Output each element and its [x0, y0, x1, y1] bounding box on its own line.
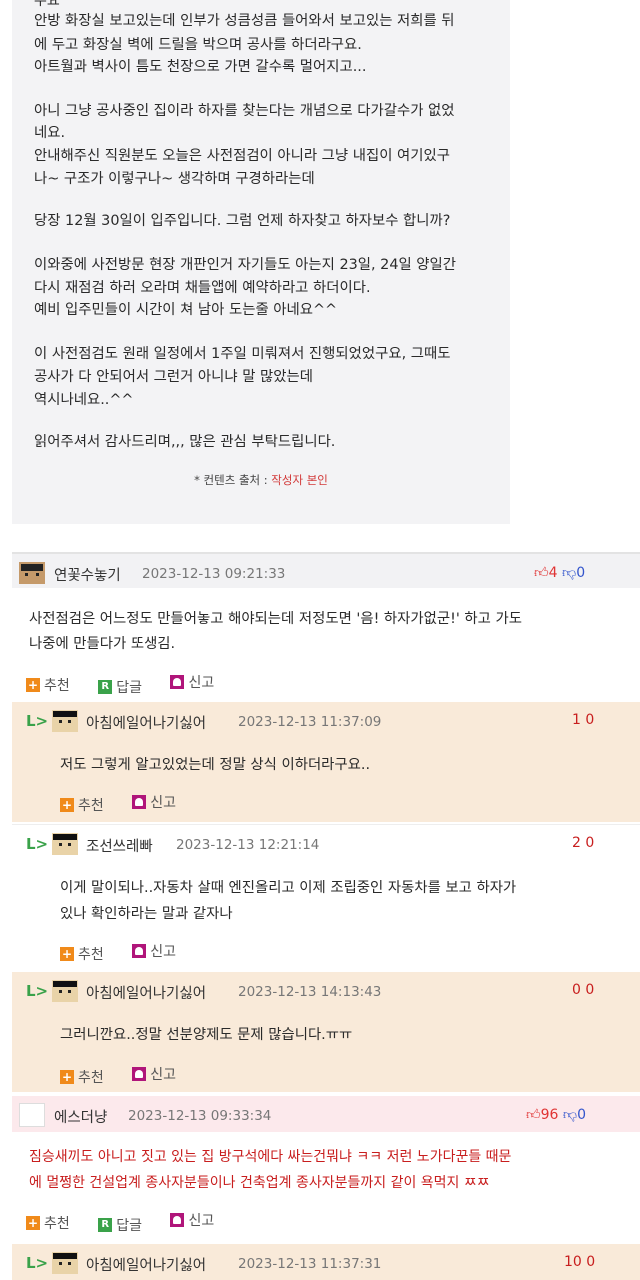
recommend-button[interactable]: + 추천 [26, 675, 70, 695]
avatar-icon[interactable] [52, 1252, 78, 1274]
report-icon [132, 795, 147, 809]
article-body: 우요 안방 화장실 보고있는데 인부가 성큼성큼 들어와서 보고있는 저희를 뒤… [12, 0, 510, 524]
comment-date: 2023-12-13 14:13:43 [238, 984, 382, 1000]
plus-icon: + [26, 678, 40, 692]
avatar-icon[interactable] [52, 710, 78, 732]
comment-nickname[interactable]: 조선쓰레빠 [86, 835, 153, 856]
report-icon [132, 1067, 147, 1081]
content-source: * 컨텐츠 출처 : 작성자 본인 [12, 472, 510, 488]
downvote-count: 0 [576, 565, 586, 581]
avatar-icon[interactable] [52, 980, 78, 1002]
recommend-button[interactable]: + 추천 [26, 1213, 70, 1233]
thumbs-up-icon[interactable]: 👍︎ [526, 1107, 541, 1123]
comment-nickname[interactable]: 에스더냥 [54, 1106, 107, 1127]
article-line: 이 사전점검도 원래 일정에서 1주일 미뤄져서 진행되었었구요, 그때도 [34, 346, 451, 362]
article-line: 아니 그냥 공사중인 집이라 하자를 찾는다는 개념으로 다가갈수가 없었 [34, 103, 455, 119]
reply-comment: L> 아침에일어나기싫어 2023-12-13 11:37:31 10 0 [12, 1244, 640, 1280]
report-button[interactable]: 신고 [132, 1064, 176, 1084]
reply-button[interactable]: R 답글 [98, 1215, 142, 1235]
comment-date: 2023-12-13 12:21:14 [176, 837, 320, 853]
report-button[interactable]: 신고 [170, 1210, 214, 1230]
article-line: 이와중에 사전방문 현장 개판인거 자기들도 아는지 23일, 24일 양일간 [34, 257, 457, 273]
thumbs-down-icon[interactable]: 👎︎ [562, 565, 576, 581]
article-line: 네요. [34, 125, 66, 141]
comment: 연꽃수놓기 2023-12-13 09:21:33 👍︎4 👎︎0 사전점검은 … [12, 552, 640, 702]
comment-date: 2023-12-13 11:37:09 [238, 714, 382, 730]
vote-score: 0 0 [572, 982, 595, 998]
recommend-button[interactable]: + 추천 [60, 944, 104, 964]
reply-arrow-icon: L> [26, 982, 49, 1000]
reply-comment: L> 아침에일어나기싫어 2023-12-13 11:37:09 1 0 저도 … [12, 702, 640, 822]
source-prefix: * 컨텐츠 출처 : [194, 473, 272, 487]
article-line: 에 두고 화장실 벽에 드릴을 박으며 공사를 하더라구요. [34, 37, 362, 53]
article-line: 역시나네요..^^ [34, 392, 134, 408]
report-button[interactable]: 신고 [132, 792, 176, 812]
best-comment: 에스더냥 2023-12-13 09:33:34 👍︎96 👎︎0 짐승새끼도 … [12, 1096, 640, 1240]
article-line: 안방 화장실 보고있는데 인부가 성큼성큼 들어와서 보고있는 저희를 뒤 [34, 13, 455, 29]
comment-date: 2023-12-13 09:21:33 [142, 566, 286, 582]
report-icon [170, 1213, 185, 1227]
source-value: 작성자 본인 [271, 473, 328, 487]
comment-text: 나중에 만들다가 또생김. [29, 636, 176, 652]
comment-date: 2023-12-13 11:37:31 [238, 1256, 382, 1272]
thumbs-down-icon[interactable]: 👎︎ [563, 1107, 577, 1123]
comment-text: 에 멀쩡한 건설업계 종사자분들이나 건축업계 종사자분들까지 같이 욕먹지 ㅉ… [29, 1175, 490, 1191]
article-line: 안내해주신 직원분도 오늘은 사전점검이 아니라 그냥 내집이 여기있구 [34, 148, 450, 164]
report-button[interactable]: 신고 [170, 672, 214, 692]
article-line: 당장 12월 30일이 입주입니다. 그럼 언제 하자찾고 하자보수 합니까? [34, 213, 451, 229]
comment-text: 이게 말이되나..자동차 살때 엔진올리고 이제 조립중인 자동차를 보고 하자… [60, 880, 517, 896]
recommend-button[interactable]: + 추천 [60, 795, 104, 815]
avatar-icon[interactable] [19, 1103, 45, 1127]
avatar-icon[interactable] [52, 833, 78, 855]
reply-icon: R [98, 680, 113, 694]
plus-icon: + [60, 947, 74, 961]
article-line: 아트월과 벽사이 틈도 천장으로 가면 갈수록 멀어지고... [34, 59, 367, 75]
article-line: 읽어주셔서 감사드리며,,, 많은 관심 부탁드립니다. [34, 434, 336, 450]
reply-arrow-icon: L> [26, 835, 49, 853]
reply-comment: L> 조선쓰레빠 2023-12-13 12:21:14 2 0 이게 말이되나… [12, 824, 640, 971]
article-line: 나~ 구조가 이렇구나~ 생각하며 구경하라는데 [34, 171, 315, 187]
article-cut-text: 우요 [34, 0, 60, 9]
comment-text: 그러니깐요..정말 선분양제도 문제 많습니다.ㅠㅠ [60, 1027, 353, 1043]
report-icon [132, 944, 147, 958]
upvote-count: 96 [540, 1107, 559, 1123]
reply-arrow-icon: L> [26, 1254, 49, 1272]
report-icon [170, 675, 185, 689]
comment-nickname[interactable]: 아침에일어나기싫어 [86, 982, 206, 1003]
article-line: 다시 재점검 하러 오라며 채들앱에 예약하라고 하더이다. [34, 280, 371, 296]
article-line: 공사가 다 안되어서 그런거 아니냐 말 많았는데 [34, 369, 313, 385]
vote-score: 2 0 [572, 835, 595, 851]
avatar-icon[interactable] [19, 562, 45, 584]
comment-nickname[interactable]: 아침에일어나기싫어 [86, 712, 206, 733]
plus-icon: + [60, 1070, 74, 1084]
comment-text: 있나 확인하라는 말과 같자나 [60, 906, 233, 922]
reply-arrow-icon: L> [26, 712, 49, 730]
vote-score: 1 0 [572, 712, 595, 728]
upvote-count: 4 [548, 565, 558, 581]
reply-icon: R [98, 1218, 113, 1232]
comment-nickname[interactable]: 연꽃수놓기 [54, 564, 121, 585]
report-button[interactable]: 신고 [132, 941, 176, 961]
reply-comment: L> 아침에일어나기싫어 2023-12-13 14:13:43 0 0 그러니… [12, 972, 640, 1092]
comment-nickname[interactable]: 아침에일어나기싫어 [86, 1254, 206, 1275]
downvote-count: 0 [577, 1107, 587, 1123]
article-line: 예비 입주민들이 시간이 쳐 남아 도는줄 아네요^^ [34, 302, 338, 318]
comment-text: 저도 그렇게 알고있었는데 정말 상식 이하더라구요.. [60, 757, 371, 773]
thumbs-up-icon[interactable]: 👍︎ [534, 565, 549, 581]
plus-icon: + [26, 1216, 40, 1230]
comment-date: 2023-12-13 09:33:34 [128, 1108, 272, 1124]
comment-text: 짐승새끼도 아니고 짓고 있는 집 방구석에다 싸는건뭐냐 ㅋㅋ 저런 노가다꾼… [29, 1149, 512, 1165]
vote-score: 10 0 [564, 1254, 596, 1270]
reply-button[interactable]: R 답글 [98, 677, 142, 697]
recommend-button[interactable]: + 추천 [60, 1067, 104, 1087]
comment-text: 사전점검은 어느정도 만들어놓고 해야되는데 저정도면 '음! 하자가없군!' … [29, 611, 522, 627]
plus-icon: + [60, 798, 74, 812]
